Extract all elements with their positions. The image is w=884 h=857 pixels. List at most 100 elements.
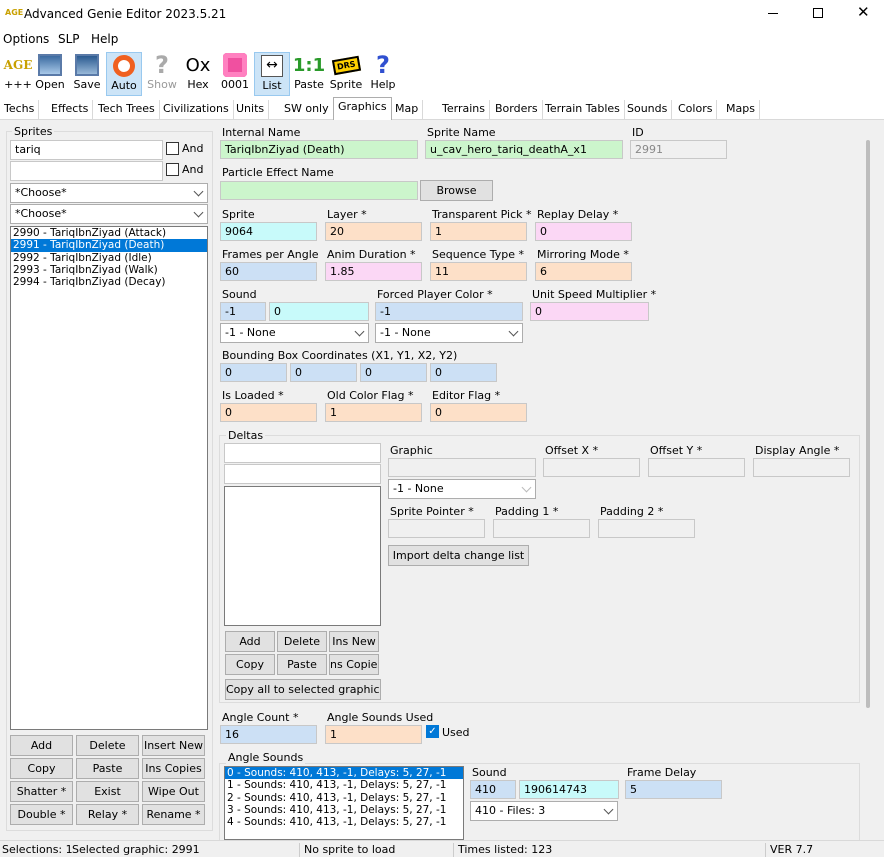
- delta-delete-button[interactable]: Delete: [277, 631, 327, 652]
- sound-field-2[interactable]: 0: [269, 302, 369, 321]
- list-item[interactable]: 3 - Sounds: 410, 413, -1, Delays: 5, 27,…: [225, 804, 463, 816]
- auto-button[interactable]: Auto: [106, 52, 142, 96]
- list-item[interactable]: 2992 - TariqIbnZiyad (Idle): [11, 252, 207, 264]
- tab-borders[interactable]: Borders: [491, 100, 543, 120]
- tab-colors[interactable]: Colors: [674, 100, 718, 120]
- sprite-wipe-out-button[interactable]: Wipe Out: [142, 781, 205, 802]
- forced-player-color-field[interactable]: -1: [375, 302, 523, 321]
- tab-map[interactable]: Map: [391, 100, 424, 120]
- bbox-y1-field[interactable]: 0: [290, 363, 357, 382]
- is-loaded-field[interactable]: 0: [220, 403, 317, 422]
- numbering-button[interactable]: 0001: [217, 52, 253, 96]
- sprite-insert-new-button[interactable]: Insert New: [142, 735, 205, 756]
- list-item[interactable]: 0 - Sounds: 410, 413, -1, Delays: 5, 27,…: [225, 767, 463, 780]
- list-item[interactable]: 2993 - TariqIbnZiyad (Walk): [11, 264, 207, 276]
- delta-copy-button[interactable]: Copy: [225, 654, 275, 675]
- tab-effects[interactable]: Effects: [47, 100, 94, 120]
- tab-sw-only[interactable]: SW only: [280, 100, 334, 120]
- sprite-copy-button[interactable]: Copy: [10, 758, 73, 779]
- old-color-flag-field[interactable]: 1: [325, 403, 422, 422]
- minimize-icon[interactable]: [768, 13, 778, 14]
- delta-add-button[interactable]: Add: [225, 631, 275, 652]
- delta-paste-button[interactable]: Paste: [277, 654, 327, 675]
- scrollbar-thumb[interactable]: [866, 140, 870, 708]
- delta-search-input-2[interactable]: [224, 464, 381, 484]
- tab-techs[interactable]: Techs: [0, 100, 40, 120]
- sprite-add-button[interactable]: Add: [10, 735, 73, 756]
- forced-player-color-select[interactable]: -1 - None: [375, 323, 523, 343]
- sequence-type-field[interactable]: 11: [430, 262, 527, 281]
- sprite-double-button[interactable]: Double *: [10, 804, 73, 825]
- unit-speed-multiplier-field[interactable]: 0: [530, 302, 649, 321]
- angle-sounds-list[interactable]: 0 - Sounds: 410, 413, -1, Delays: 5, 27,…: [224, 766, 464, 840]
- layer-field[interactable]: 20: [325, 222, 422, 241]
- sprite-delete-button[interactable]: Delete: [76, 735, 139, 756]
- sprite-exist-button[interactable]: Exist: [76, 781, 139, 802]
- transparent-pick-field[interactable]: 1: [430, 222, 527, 241]
- angle-sound-field[interactable]: 410: [470, 780, 516, 799]
- sprite-list[interactable]: 2990 - TariqIbnZiyad (Attack) 2991 - Tar…: [10, 226, 208, 730]
- bbox-x2-field[interactable]: 0: [360, 363, 427, 382]
- list-item[interactable]: 2991 - TariqIbnZiyad (Death): [11, 239, 207, 252]
- tab-sounds[interactable]: Sounds: [623, 100, 673, 120]
- filter-select-1[interactable]: *Choose*: [10, 183, 208, 203]
- anim-duration-field[interactable]: 1.85: [325, 262, 422, 281]
- replay-delay-field[interactable]: 0: [535, 222, 632, 241]
- delta-list[interactable]: [224, 486, 381, 626]
- sprite-ins-copies-button[interactable]: Ins Copies: [142, 758, 205, 779]
- tab-terrains[interactable]: Terrains: [438, 100, 490, 120]
- angle-sound-field-2[interactable]: 190614743: [519, 780, 619, 799]
- list-item[interactable]: 1 - Sounds: 410, 413, -1, Delays: 5, 27,…: [225, 779, 463, 791]
- hex-button[interactable]: Ox Hex: [180, 52, 216, 96]
- editor-flag-field[interactable]: 0: [430, 403, 527, 422]
- delta-ins-copies-button[interactable]: ns Copies: [329, 654, 379, 675]
- tab-graphics[interactable]: Graphics: [333, 97, 392, 120]
- angle-sounds-used-field[interactable]: 1: [325, 725, 422, 744]
- menu-slp[interactable]: SLP: [58, 32, 80, 46]
- sprite-relay-button[interactable]: Relay *: [76, 804, 139, 825]
- sprite-button[interactable]: DRS Sprite: [328, 52, 364, 96]
- internal-name-field[interactable]: TariqIbnZiyad (Death): [220, 140, 418, 159]
- tab-maps[interactable]: Maps: [722, 100, 760, 120]
- sprite-paste-button[interactable]: Paste: [76, 758, 139, 779]
- bbox-x1-field[interactable]: 0: [220, 363, 287, 382]
- mirroring-mode-field[interactable]: 6: [535, 262, 632, 281]
- particle-effect-field[interactable]: [220, 181, 418, 200]
- tab-tech-trees[interactable]: Tech Trees: [94, 100, 160, 120]
- used-checkbox[interactable]: ✓: [426, 725, 439, 738]
- menu-options[interactable]: Options: [3, 32, 49, 46]
- frame-delay-field[interactable]: 5: [625, 780, 722, 799]
- list-item[interactable]: 4 - Sounds: 410, 413, -1, Delays: 5, 27,…: [225, 816, 463, 828]
- sound-select[interactable]: -1 - None: [220, 323, 369, 343]
- age-button[interactable]: AGE +++: [0, 52, 36, 96]
- frames-per-angle-field[interactable]: 60: [220, 262, 317, 281]
- tab-civilizations[interactable]: Civilizations: [159, 100, 234, 120]
- delta-graphic-select[interactable]: -1 - None: [388, 479, 536, 499]
- close-icon[interactable]: ✕: [857, 3, 870, 21]
- bbox-y2-field[interactable]: 0: [430, 363, 497, 382]
- angle-count-field[interactable]: 16: [220, 725, 317, 744]
- show-button[interactable]: ? Show: [144, 51, 180, 96]
- sprite-field[interactable]: 9064: [220, 222, 317, 241]
- paste-mode-button[interactable]: 1:1 Paste: [291, 52, 327, 96]
- delta-ins-new-button[interactable]: Ins New: [329, 631, 379, 652]
- open-button[interactable]: Open: [32, 52, 68, 96]
- save-button[interactable]: Save: [69, 52, 105, 96]
- sprite-rename-button[interactable]: Rename *: [142, 804, 205, 825]
- copy-all-button[interactable]: Copy all to selected graphics: [225, 679, 381, 700]
- list-item[interactable]: 2994 - TariqIbnZiyad (Decay): [11, 276, 207, 288]
- help-button[interactable]: ? Help: [365, 51, 401, 96]
- sprite-shatter-button[interactable]: Shatter *: [10, 781, 73, 802]
- menu-help[interactable]: Help: [91, 32, 118, 46]
- import-delta-button[interactable]: Import delta change list: [388, 545, 529, 566]
- list-button[interactable]: ↔ List: [254, 52, 290, 96]
- tab-units[interactable]: Units: [232, 100, 270, 120]
- delta-search-input[interactable]: [224, 443, 381, 463]
- filter-select-2[interactable]: *Choose*: [10, 204, 208, 224]
- list-item[interactable]: 2990 - TariqIbnZiyad (Attack): [11, 227, 207, 239]
- sprite-search-input-2[interactable]: [10, 161, 163, 181]
- sound-field[interactable]: -1: [220, 302, 266, 321]
- sprite-search-input[interactable]: tariq: [10, 140, 163, 160]
- and-checkbox-2[interactable]: [166, 163, 179, 176]
- maximize-icon[interactable]: [813, 8, 823, 18]
